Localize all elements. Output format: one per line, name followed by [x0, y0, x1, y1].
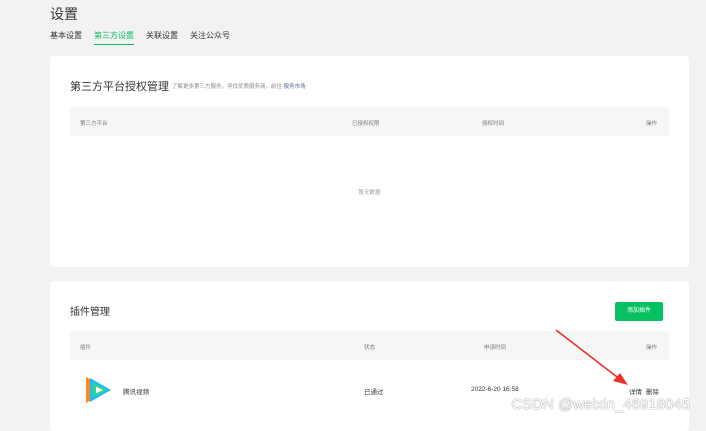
- column-header-authorized-permissions: 已授权权限: [352, 121, 380, 127]
- settings-tabs: 基本设置 第三方设置 关联设置 关注公众号: [50, 29, 230, 45]
- column-header-status: 状态: [364, 345, 376, 351]
- plugin-name: 腾讯视频: [123, 389, 149, 396]
- plugin-delete-link[interactable]: 删除: [646, 386, 659, 396]
- third-party-auth-card: 第三方平台授权管理 了解更多第三方服务，寻找优质服务商，前往 服务市场 第三方平…: [50, 56, 689, 267]
- service-market-link[interactable]: 服务市场: [284, 84, 306, 90]
- plugin-apply-time: 2022-6-20 16:58: [471, 386, 519, 393]
- tab-follow-official-account[interactable]: 关注公众号: [190, 29, 230, 45]
- plugin-detail-link[interactable]: 详情: [629, 386, 642, 396]
- column-header-action: 操作: [646, 121, 658, 127]
- column-header-plugin-action: 操作: [646, 345, 658, 351]
- plugin-status: 已通过: [364, 389, 384, 396]
- tencent-video-logo-icon: [86, 377, 111, 403]
- third-party-desc-text: 了解更多第三方服务，寻找优质服务商，前往: [172, 84, 283, 90]
- plugin-table-header: 插件 状态 申请时间 操作: [70, 331, 669, 360]
- third-party-auth-desc: 了解更多第三方服务，寻找优质服务商，前往 服务市场: [172, 82, 306, 90]
- column-header-apply-time: 申请时间: [484, 345, 507, 351]
- column-header-platform: 第三方平台: [80, 121, 108, 127]
- tab-basic-settings[interactable]: 基本设置: [50, 29, 82, 45]
- page-title: 设置: [50, 6, 78, 22]
- add-plugin-button[interactable]: 添加插件: [615, 302, 663, 321]
- third-party-table-header: 第三方平台 已授权权限 授权时间 操作: [70, 107, 669, 136]
- tab-third-party-settings[interactable]: 第三方设置: [94, 29, 134, 45]
- tab-association-settings[interactable]: 关联设置: [146, 29, 178, 45]
- plugin-management-title: 插件管理: [70, 307, 110, 318]
- column-header-plugin: 插件: [80, 345, 92, 351]
- column-header-auth-time: 授权时间: [482, 121, 505, 127]
- csdn-watermark: CSDN @weixin_46918045: [511, 396, 690, 413]
- third-party-auth-title: 第三方平台授权管理: [70, 81, 169, 93]
- empty-state-text: 暂无数据: [358, 190, 381, 196]
